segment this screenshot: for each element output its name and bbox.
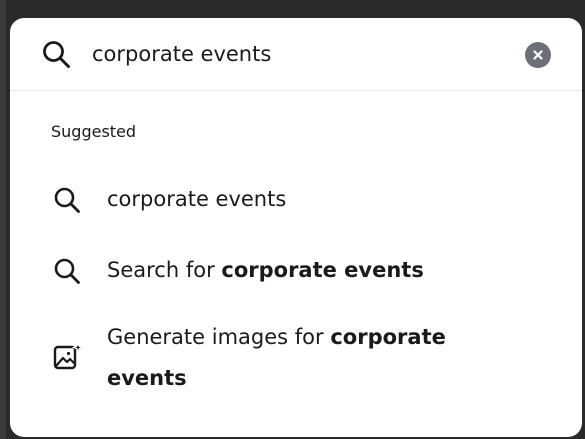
suggestion-text: Generate images for corporate <box>107 318 446 356</box>
left-edge-strip <box>0 0 6 439</box>
suggestion-query: corporate events <box>221 258 424 282</box>
search-icon <box>54 258 80 284</box>
search-input[interactable] <box>92 34 512 74</box>
suggestion-query: corporate <box>330 325 446 349</box>
suggestion-prefix: Generate images for <box>107 325 331 349</box>
suggestion-item-generate[interactable]: Generate images for corporate events <box>10 318 582 398</box>
suggestion-query-continued: events <box>107 366 187 390</box>
clear-search-button[interactable] <box>525 42 551 68</box>
image-sparkle-icon <box>53 341 84 370</box>
search-icon <box>43 41 70 68</box>
close-icon <box>533 50 543 60</box>
suggestion-item[interactable]: corporate events <box>10 180 582 220</box>
search-icon <box>54 187 80 213</box>
suggestion-item[interactable]: Search for corporate events <box>10 251 582 291</box>
suggestion-text: corporate events <box>107 187 287 211</box>
suggestion-prefix: Search for <box>107 258 222 282</box>
search-bar <box>10 18 582 91</box>
suggested-section-label: Suggested <box>51 122 137 141</box>
search-dropdown-panel: Suggested corporate events Search for co… <box>10 18 582 437</box>
suggestion-text: Search for corporate events <box>107 251 424 289</box>
